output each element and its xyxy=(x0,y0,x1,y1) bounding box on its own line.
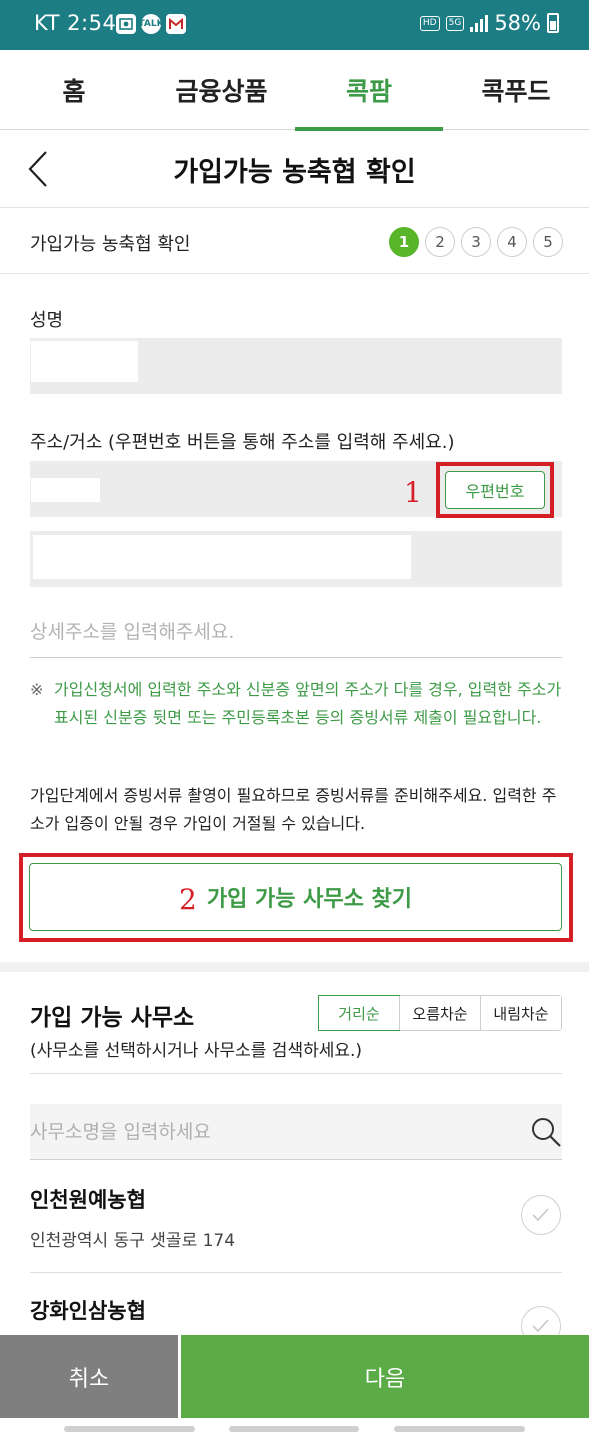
tab-kokfood[interactable]: 콕푸드 xyxy=(443,50,589,130)
page-title: 가입가능 농축협 확인 xyxy=(173,157,416,188)
tab-financial-products[interactable]: 금융상품 xyxy=(148,50,295,130)
top-tab-bar: 홈 금융상품 콕팜 콕푸드 xyxy=(0,50,589,131)
section-divider xyxy=(0,962,589,972)
cancel-button[interactable]: 취소 xyxy=(0,1335,178,1418)
status-bar: KT 2:54 TALK HD 5G 58% xyxy=(0,0,589,50)
status-carrier-time: KT 2:54 xyxy=(34,11,117,35)
mail-icon xyxy=(166,14,186,34)
office-list-item[interactable]: 인천원예농협 인천광역시 동구 샛골로 174 xyxy=(0,1162,589,1272)
nav-back-handle[interactable] xyxy=(394,1426,525,1432)
status-notification-icons: TALK xyxy=(116,14,186,34)
redacted-name xyxy=(31,341,138,382)
tab-kokfarm[interactable]: 콕팜 xyxy=(295,50,443,131)
status-right-icons: HD 5G 58% xyxy=(419,11,559,35)
address-label: 주소/거소 (우편번호 버튼을 통해 주소를 입력해 주세요.) xyxy=(30,432,455,453)
step-label: 가입가능 농축협 확인 xyxy=(30,234,191,255)
redacted-address xyxy=(33,535,411,579)
hd-badge: HD xyxy=(419,15,440,31)
offices-hint: (사무소를 선택하시거나 사무소를 검색하세요.) xyxy=(30,1041,363,1061)
redacted-zipcode xyxy=(31,478,100,502)
sort-options: 거리순 오름차순 내림차순 xyxy=(318,995,562,1031)
nav-home-handle[interactable] xyxy=(229,1426,359,1432)
bottom-action-bar: 취소 다음 xyxy=(0,1335,589,1418)
annotation-1: 1 xyxy=(404,476,422,509)
photo-icon xyxy=(116,14,136,34)
search-icon[interactable] xyxy=(530,1116,562,1148)
document-guide-text: 가입단계에서 증빙서류 촬영이 필요하므로 증빙서류를 준비해주세요. 입력한 … xyxy=(30,786,557,833)
zipcode-button[interactable]: 우편번호 xyxy=(445,471,545,509)
battery-percent: 58% xyxy=(494,11,541,35)
step-indicator-row: 가입가능 농축협 확인 1 2 3 4 5 xyxy=(0,208,589,274)
page-header: 가입가능 농축협 확인 xyxy=(0,130,589,208)
name-label: 성명 xyxy=(30,310,64,331)
tab-home[interactable]: 홈 xyxy=(0,50,148,130)
step-4: 4 xyxy=(497,227,527,257)
sort-ascending[interactable]: 오름차순 xyxy=(399,996,480,1030)
address-notice: ※ 가입신청서에 입력한 주소와 신분증 앞면의 주소가 다를 경우, 입력한 … xyxy=(30,676,562,732)
check-icon[interactable] xyxy=(521,1306,561,1335)
battery-icon xyxy=(547,13,559,33)
step-indicator: 1 2 3 4 5 xyxy=(389,227,563,257)
step-3: 3 xyxy=(461,227,491,257)
signal-icon xyxy=(470,14,489,32)
next-button[interactable]: 다음 xyxy=(181,1335,589,1418)
detail-address-input[interactable] xyxy=(30,606,562,658)
office-search-input[interactable] xyxy=(30,1104,500,1160)
notice-mark: ※ xyxy=(30,680,44,699)
network-5g-badge: 5G xyxy=(445,15,465,31)
talk-icon: TALK xyxy=(138,14,164,34)
annotation-2: 2 xyxy=(179,882,197,916)
step-5: 5 xyxy=(533,227,563,257)
office-name: 강화인삼농협 xyxy=(30,1299,146,1323)
office-list-item[interactable]: 강화인삼농협 xyxy=(0,1273,589,1335)
step-2: 2 xyxy=(425,227,455,257)
check-icon[interactable] xyxy=(521,1195,561,1235)
office-search-box xyxy=(30,1104,562,1160)
office-address: 인천광역시 동구 샛골로 174 xyxy=(30,1231,236,1251)
office-name: 인천원예농협 xyxy=(30,1188,146,1212)
find-office-label: 가입 가능 사무소 찾기 xyxy=(206,887,412,912)
notice-text: 가입신청서에 입력한 주소와 신분증 앞면의 주소가 다를 경우, 입력한 주소… xyxy=(54,680,562,727)
sort-descending[interactable]: 내림차순 xyxy=(480,996,561,1030)
step-1: 1 xyxy=(389,227,419,257)
divider-line xyxy=(30,1073,562,1074)
system-nav-bar xyxy=(0,1418,589,1440)
offices-title: 가입 가능 사무소 xyxy=(30,1005,195,1031)
nav-recent-handle[interactable] xyxy=(64,1426,195,1432)
sort-by-distance[interactable]: 거리순 xyxy=(318,995,400,1031)
find-office-button[interactable]: 2 가입 가능 사무소 찾기 xyxy=(29,863,562,931)
